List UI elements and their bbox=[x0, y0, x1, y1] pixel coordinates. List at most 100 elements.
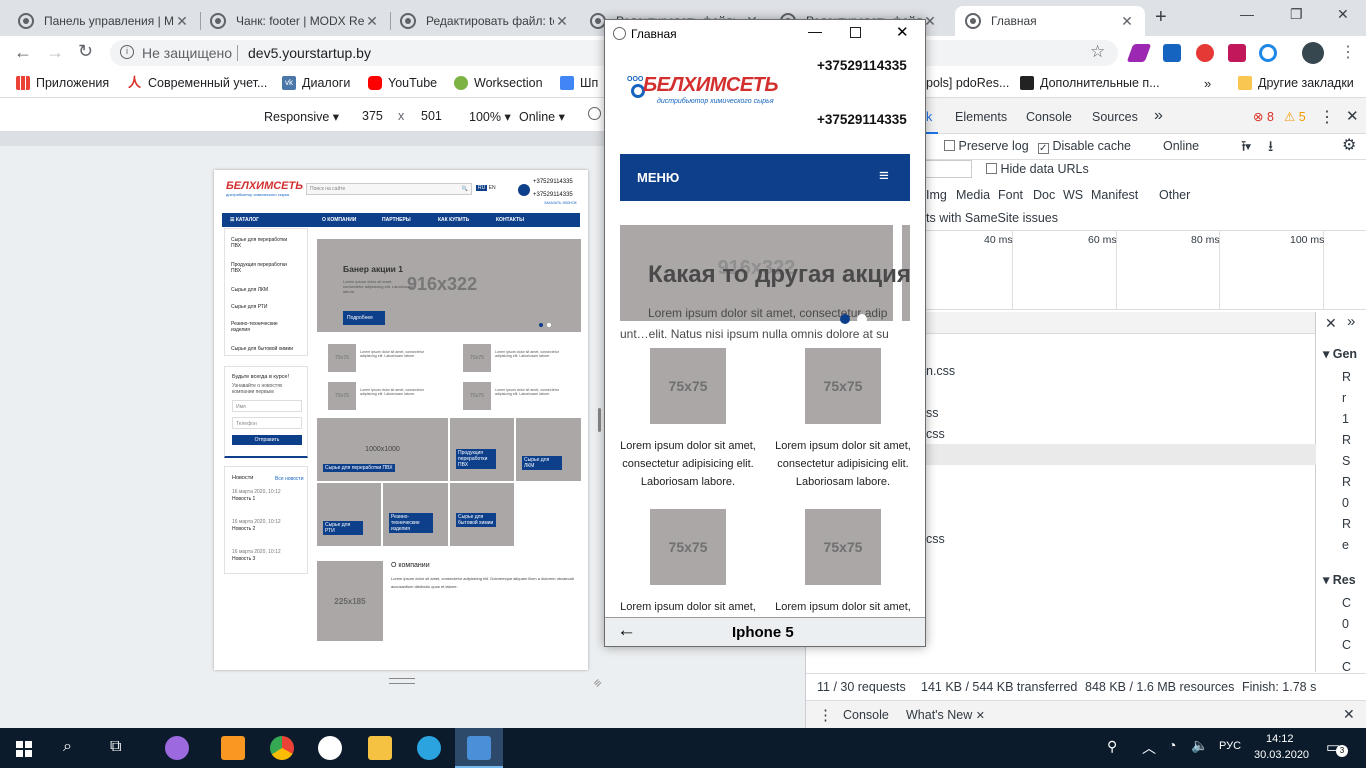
security-label[interactable]: Не защищено bbox=[142, 45, 232, 61]
category-tile[interactable]: Продукция переработки ПВХ bbox=[450, 418, 514, 481]
windows-start-icon[interactable] bbox=[16, 741, 32, 757]
alice-icon[interactable] bbox=[165, 736, 189, 760]
telegram-icon[interactable] bbox=[417, 736, 441, 760]
close-icon[interactable]: ✕ bbox=[554, 13, 570, 30]
samesite-checkbox[interactable]: ts with SameSite issues bbox=[926, 211, 1058, 225]
close-drawer-icon[interactable]: ✕ bbox=[1343, 706, 1355, 723]
send-button[interactable]: Отправить bbox=[232, 435, 302, 445]
request-row[interactable]: css bbox=[926, 532, 945, 546]
request-row[interactable]: ss bbox=[926, 406, 939, 420]
logo[interactable]: ООО БЕЛХИМСЕТЬ дистрибьютор химического … bbox=[625, 70, 779, 110]
nav-about[interactable]: О КОМПАНИИ bbox=[322, 217, 356, 223]
download-icon[interactable]: ⭳ bbox=[1268, 136, 1273, 161]
bookmark-item[interactable]: 人 Современный учет... bbox=[128, 76, 267, 91]
browser-tab[interactable]: Редактировать файл: template✕ bbox=[390, 6, 580, 36]
filter-media[interactable]: Media bbox=[956, 188, 990, 202]
filter-ws[interactable]: WS bbox=[1063, 188, 1083, 202]
new-tab-button[interactable]: + bbox=[1155, 6, 1167, 29]
search-input[interactable]: Поиск на сайте 🔍 bbox=[306, 183, 472, 195]
tab-elements[interactable]: Elements bbox=[955, 110, 1007, 124]
slider-dot[interactable] bbox=[547, 323, 551, 327]
menu-dots-icon[interactable]: ⋮ bbox=[1340, 42, 1356, 62]
reload-button[interactable]: ↻ bbox=[78, 41, 93, 62]
close-icon[interactable]: ✕ bbox=[364, 13, 380, 30]
browser-tab-active[interactable]: Главная ✕ bbox=[955, 6, 1145, 36]
warning-counter[interactable]: ⚠ 5 bbox=[1284, 109, 1306, 124]
preserve-log-checkbox[interactable]: Preserve log bbox=[944, 139, 1029, 153]
sidebar-item[interactable]: Сырье для бытовой химии bbox=[231, 346, 307, 352]
slider-dot[interactable] bbox=[857, 314, 867, 324]
close-icon[interactable]: ✕ bbox=[1119, 13, 1135, 30]
nav-contacts[interactable]: КОНТАКТЫ bbox=[496, 217, 524, 223]
more-tabs-icon[interactable]: » bbox=[1154, 107, 1163, 125]
filter-img[interactable]: Img bbox=[926, 188, 947, 202]
more-bookmarks-icon[interactable]: » bbox=[1204, 76, 1211, 91]
phone-link[interactable]: +37529114335 bbox=[817, 112, 907, 127]
close-devtools-icon[interactable]: ✕ bbox=[1346, 107, 1359, 125]
extension-icon[interactable] bbox=[1228, 44, 1246, 62]
banner-button[interactable]: Подробнее bbox=[343, 311, 385, 325]
hide-data-urls-checkbox[interactable]: Hide data URLs bbox=[986, 162, 1089, 176]
close-window-button[interactable]: ✕ bbox=[1337, 6, 1349, 23]
news-link[interactable]: Новость 1 bbox=[232, 496, 255, 502]
chevron-up-icon[interactable]: ︿ bbox=[1142, 738, 1156, 758]
phone[interactable]: +37529114335 bbox=[533, 179, 573, 185]
resize-handle-bottom[interactable] bbox=[389, 678, 415, 684]
sidebar-item[interactable]: Сырье для ЛКМ bbox=[231, 287, 297, 293]
lang-indicator[interactable]: РУС bbox=[1219, 740, 1241, 752]
gear-icon[interactable]: ⚙ bbox=[1342, 135, 1356, 155]
sublime-icon[interactable] bbox=[221, 736, 245, 760]
bookmark-item[interactable]: Worksection bbox=[454, 76, 543, 90]
chrome-icon[interactable] bbox=[270, 736, 294, 760]
avatar[interactable] bbox=[1302, 42, 1324, 64]
news-link[interactable]: Новость 2 bbox=[232, 526, 255, 532]
clock-date[interactable]: 30.03.2020 bbox=[1254, 749, 1309, 761]
close-detail-icon[interactable]: ✕ bbox=[1325, 315, 1337, 332]
nav-partners[interactable]: ПАРТНЕРЫ bbox=[382, 217, 411, 223]
name-input[interactable]: Имя bbox=[232, 400, 302, 412]
search-icon[interactable]: ⌕ bbox=[63, 738, 72, 756]
hamburger-icon[interactable]: ≡ bbox=[879, 166, 889, 186]
restore-button[interactable]: ❐ bbox=[1290, 6, 1303, 23]
other-bookmarks[interactable]: Другие закладки bbox=[1238, 76, 1354, 90]
request-row[interactable]: css bbox=[926, 427, 945, 441]
app-icon[interactable] bbox=[318, 736, 342, 760]
settings-dots-icon[interactable]: ⋮ bbox=[1319, 107, 1335, 127]
close-icon[interactable]: ✕ bbox=[174, 13, 190, 30]
disable-cache-checkbox[interactable]: ✓ Disable cache bbox=[1038, 139, 1131, 154]
url-text[interactable]: dev5.yourstartup.by bbox=[248, 45, 371, 61]
logo[interactable]: БЕЛХИМСЕТЬ дистрибьютор химического сырь… bbox=[226, 180, 303, 198]
filter-manifest[interactable]: Manifest bbox=[1091, 188, 1138, 202]
bookmark-item[interactable]: Дополнительные п... bbox=[1020, 76, 1160, 90]
category-tile[interactable]: Сырье для ЛКМ bbox=[516, 418, 581, 481]
wifi-icon[interactable]: ◔ bbox=[1168, 737, 1176, 753]
clock-time[interactable]: 14:12 bbox=[1266, 733, 1294, 745]
volume-icon[interactable]: 🔈 bbox=[1191, 737, 1208, 754]
filter-font[interactable]: Font bbox=[998, 188, 1023, 202]
minimize-button[interactable]: — bbox=[808, 23, 822, 39]
close-window-button[interactable]: ✕ bbox=[896, 23, 909, 41]
app-icon[interactable] bbox=[467, 736, 491, 760]
extension-icon[interactable] bbox=[1163, 44, 1181, 62]
error-counter[interactable]: ⊗ 8 bbox=[1253, 109, 1274, 124]
phone-input[interactable]: Телефон bbox=[232, 417, 302, 429]
bookmark-apps[interactable]: Приложения bbox=[16, 76, 109, 90]
throttle-select[interactable]: Online ▼ bbox=[1163, 139, 1253, 153]
minimize-button[interactable]: — bbox=[1240, 6, 1254, 22]
slider-dot[interactable] bbox=[539, 323, 543, 327]
network-select[interactable]: Online ▾ bbox=[519, 109, 565, 124]
resize-handle[interactable] bbox=[598, 408, 601, 432]
all-news-link[interactable]: Все новости bbox=[275, 476, 304, 482]
menu-bar[interactable]: МЕНЮ ≡ bbox=[620, 154, 910, 201]
news-link[interactable]: Новость 3 bbox=[232, 556, 255, 562]
category-tile[interactable]: 1000x1000 Сырье для переработки ПВХ bbox=[317, 418, 448, 481]
general-section[interactable]: ▾ Gen bbox=[1323, 346, 1357, 361]
sidebar-item[interactable]: Продукция переработки ПВХ bbox=[231, 262, 297, 274]
info-icon[interactable]: i bbox=[120, 45, 134, 59]
filter-other[interactable]: Other bbox=[1159, 188, 1190, 202]
category-tile[interactable]: Резино-технические изделия bbox=[383, 483, 448, 546]
task-view-icon[interactable]: ⧉ bbox=[110, 738, 121, 756]
bookmark-item[interactable]: pols] pdoRes... bbox=[926, 76, 1009, 90]
sidebar-item[interactable]: Сырье для переработки ПВХ bbox=[231, 237, 297, 249]
browser-tab[interactable]: Чанк: footer | MODX Revolution✕ bbox=[200, 6, 390, 36]
